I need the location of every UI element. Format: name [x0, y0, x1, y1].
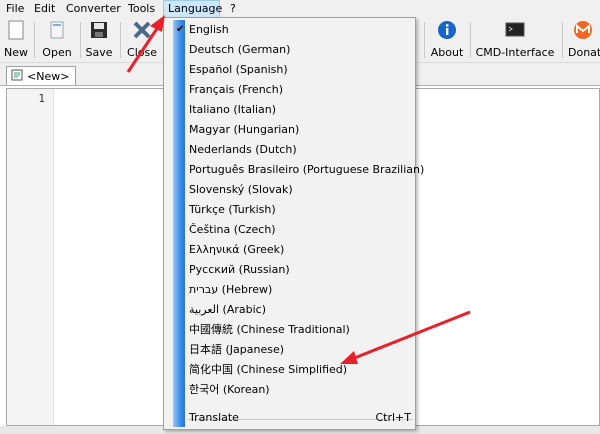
language-option-korean[interactable]: 한국어 (Korean): [186, 380, 417, 400]
translate-shortcut: Ctrl+T: [375, 411, 411, 424]
donate-button[interactable]: Donat: [566, 20, 600, 60]
language-option-russian[interactable]: Русский (Russian): [186, 260, 417, 280]
about-button[interactable]: About: [428, 20, 466, 60]
language-option-french[interactable]: Français (French): [186, 80, 417, 100]
toolbar-separator: [120, 22, 121, 58]
language-option-hebrew[interactable]: עברית (Hebrew): [186, 280, 417, 300]
language-option-italian[interactable]: Italiano (Italian): [186, 100, 417, 120]
language-option-chinese-traditional[interactable]: 中國傳統 (Chinese Traditional): [186, 320, 417, 340]
close-button[interactable]: Close: [124, 20, 160, 60]
line-number-gutter: 1: [7, 89, 54, 425]
tab-label: <New>: [27, 69, 70, 83]
new-button[interactable]: New: [2, 20, 30, 60]
language-option-czech[interactable]: Čeština (Czech): [186, 220, 417, 240]
language-option-german[interactable]: Deutsch (German): [186, 40, 417, 60]
toolbar-separator: [470, 22, 471, 58]
save-button[interactable]: Save: [84, 20, 114, 60]
language-option-spanish[interactable]: Español (Spanish): [186, 60, 417, 80]
language-option-slovak[interactable]: Slovenský (Slovak): [186, 180, 417, 200]
toolbar-separator: [562, 22, 563, 58]
about-label: About: [430, 46, 464, 59]
open-folder-icon: [47, 20, 67, 40]
close-label: Close: [127, 46, 157, 59]
menu-tools[interactable]: Tools: [124, 0, 159, 18]
language-option-english[interactable]: English: [186, 20, 417, 40]
menu-file[interactable]: File: [2, 0, 28, 18]
menu-help[interactable]: ?: [226, 0, 240, 18]
save-disk-icon: [89, 20, 109, 40]
document-icon: [11, 69, 23, 84]
menu-language[interactable]: Language: [163, 0, 222, 18]
checkmark-icon: ✔: [176, 24, 185, 35]
toolbar-separator: [424, 22, 425, 58]
open-label: Open: [42, 46, 72, 59]
language-option-japanese[interactable]: 日本語 (Japanese): [186, 340, 417, 360]
toolbar-separator: [80, 22, 81, 58]
new-label: New: [4, 46, 28, 59]
menu-converter[interactable]: Converter: [62, 0, 125, 18]
menu-side-strip: [173, 20, 185, 427]
cmd-interface-label: CMD-Interface: [475, 46, 555, 59]
language-option-turkish[interactable]: Türkçe (Turkish): [186, 200, 417, 220]
language-menu: ✔ English Deutsch (German) Español (Span…: [163, 17, 424, 430]
cmd-interface-button[interactable]: CMD-Interface: [474, 20, 556, 60]
tab-new[interactable]: <New>: [6, 66, 77, 85]
language-option-hungarian[interactable]: Magyar (Hungarian): [186, 120, 417, 140]
toolbar-separator: [34, 22, 35, 58]
language-option-dutch[interactable]: Nederlands (Dutch): [186, 140, 417, 160]
language-option-chinese-simplified[interactable]: 简化中国 (Chinese Simplified): [186, 360, 417, 380]
menu-edit[interactable]: Edit: [30, 0, 59, 18]
close-x-icon: [132, 20, 152, 40]
info-icon: [437, 20, 457, 40]
language-option-arabic[interactable]: العربية (Arabic): [186, 300, 417, 320]
new-file-icon: [6, 20, 26, 40]
translate-menu-item[interactable]: Translate Ctrl+T: [186, 408, 417, 428]
line-number: 1: [38, 92, 45, 105]
open-button[interactable]: Open: [40, 20, 74, 60]
language-option-greek[interactable]: Ελληνικά (Greek): [186, 240, 417, 260]
terminal-icon: [505, 20, 525, 40]
monero-coin-icon: [573, 20, 593, 40]
save-label: Save: [85, 46, 113, 59]
donate-label: Donat: [568, 46, 600, 59]
language-option-portuguese-brazilian[interactable]: Português Brasileiro (Portuguese Brazili…: [186, 160, 424, 180]
translate-label: Translate: [189, 411, 239, 424]
